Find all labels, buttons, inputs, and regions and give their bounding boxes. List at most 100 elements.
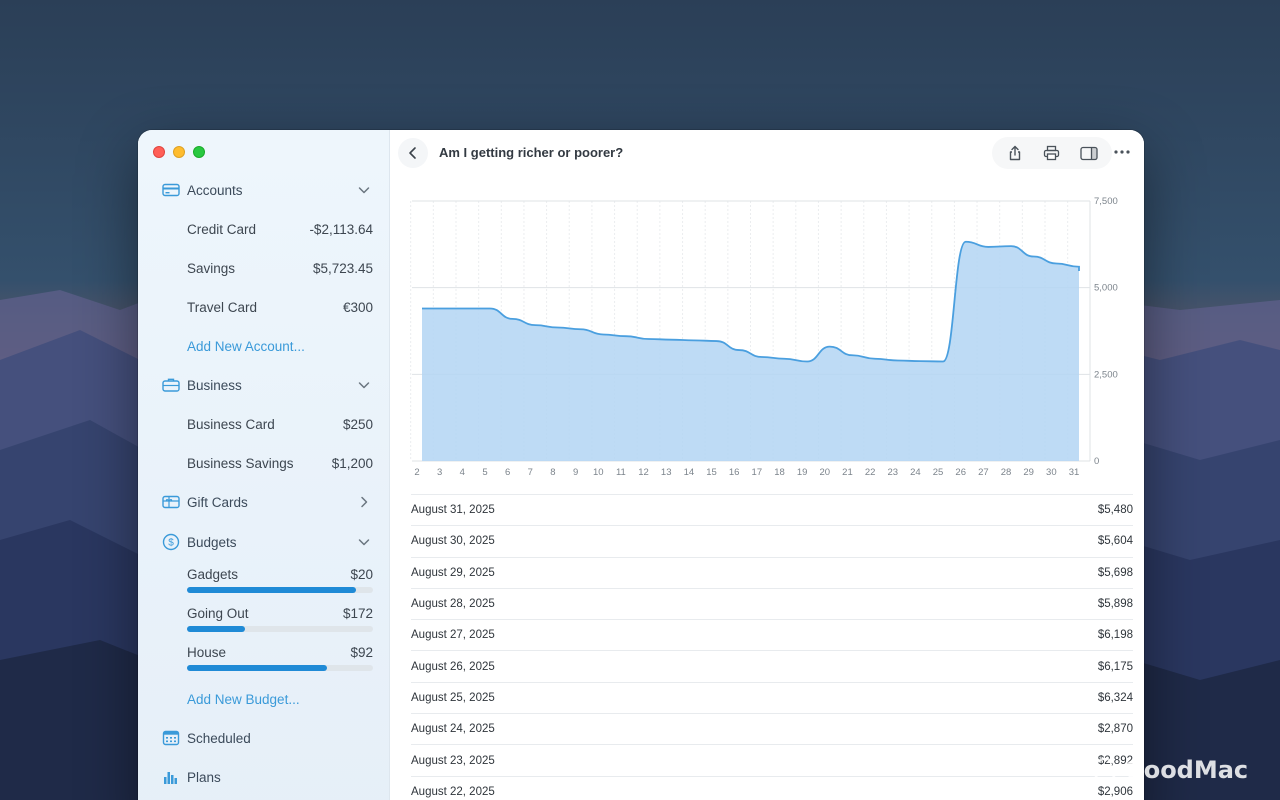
x-tick-label: 2 (414, 467, 419, 478)
chevron-down-icon[interactable] (357, 183, 371, 197)
table-row[interactable]: August 30, 2025 $5,604 (411, 525, 1133, 556)
row-value: $5,480 (1097, 504, 1133, 517)
x-tick-label: 3 (437, 467, 442, 478)
x-tick-label: 21 (842, 467, 853, 478)
budget-name: House (187, 645, 227, 660)
row-value: $6,324 (1097, 691, 1133, 704)
sidebar-section-gift-cards[interactable]: Gift Cards (138, 487, 390, 517)
table-row[interactable]: August 26, 2025 $6,175 (411, 650, 1133, 681)
row-value: $5,898 (1097, 598, 1133, 611)
row-date: August 24, 2025 (411, 723, 495, 736)
x-tick-label: 24 (910, 467, 921, 478)
row-date: August 25, 2025 (411, 691, 495, 704)
svg-text:$: $ (168, 538, 174, 549)
table-row[interactable]: August 31, 2025 $5,480 (411, 494, 1133, 525)
table-row[interactable]: August 29, 2025 $5,698 (411, 556, 1133, 588)
x-tick-label: 17 (752, 467, 763, 478)
add-new-account-link[interactable]: Add New Account... (138, 331, 390, 361)
x-tick-label: 30 (1046, 467, 1057, 478)
x-tick-label: 26 (955, 467, 966, 478)
zoom-window-button[interactable] (193, 146, 205, 158)
account-balance: $5,723.45 (312, 260, 373, 276)
row-value: $5,698 (1097, 566, 1133, 579)
sidebar-section-label: Business (187, 377, 242, 393)
x-tick-label: 22 (865, 467, 876, 478)
sidebar-section-accounts[interactable]: Accounts (138, 175, 390, 205)
table-row[interactable]: August 25, 2025 $6,324 (411, 681, 1133, 713)
y-tick-label: 5,000 (1094, 283, 1118, 294)
account-balance: €300 (342, 299, 373, 315)
budget-name: Gadgets (187, 567, 239, 582)
x-tick-label: 8 (550, 467, 555, 478)
sidebar-section-budgets[interactable]: $ Budgets (138, 527, 390, 557)
account-balance: $250 (342, 416, 373, 432)
sidebar-item-business-savings[interactable]: Business Savings $1,200 (138, 448, 390, 478)
x-tick-label: 5 (482, 467, 487, 478)
row-date: August 31, 2025 (411, 504, 495, 517)
briefcase-icon (162, 378, 180, 392)
chevron-right-icon[interactable] (357, 495, 371, 509)
budget-progress-track (187, 587, 373, 593)
row-date: August 22, 2025 (411, 785, 495, 798)
net-worth-chart: 7,5005,0002,50002 3 4 5 6 7 8 9 10 11 12 13 14 15 16 17… (410, 196, 1118, 478)
budget-item-house[interactable]: House $92 (138, 645, 390, 681)
budget-item-going-out[interactable]: Going Out $172 (138, 606, 390, 642)
account-balance: -$2,113.64 (309, 221, 373, 237)
chevron-down-icon[interactable] (357, 535, 371, 549)
table-row[interactable]: August 28, 2025 $5,898 (411, 587, 1133, 619)
row-value: $2,870 (1097, 723, 1133, 736)
sidebar-item-savings[interactable]: Savings $5,723.45 (138, 253, 390, 283)
row-date: August 26, 2025 (411, 660, 495, 673)
y-tick-label: 0 (1094, 456, 1099, 467)
calendar-icon (162, 730, 180, 746)
sidebar-section-plans[interactable]: Plans (138, 762, 390, 792)
row-date: August 30, 2025 (411, 535, 495, 548)
y-tick-label: 2,500 (1094, 369, 1118, 380)
sidebar-section-business[interactable]: Business (138, 370, 390, 400)
sidebar: Accounts Credit Card -$2,113.64 Savings … (138, 130, 390, 800)
account-name: Travel Card (187, 299, 258, 315)
row-value: $6,175 (1097, 660, 1133, 673)
budget-item-gadgets[interactable]: Gadgets $20 (138, 567, 390, 603)
dollar-circle-icon: $ (162, 533, 180, 551)
table-row[interactable]: August 24, 2025 $2,870 (411, 713, 1133, 744)
bar-chart-icon (164, 772, 177, 784)
x-tick-label: 12 (638, 467, 649, 478)
sidebar-item-credit-card[interactable]: Credit Card -$2,113.64 (138, 214, 390, 244)
y-tick-label: 7,500 (1094, 196, 1118, 207)
account-name: Savings (187, 260, 236, 276)
chevron-down-icon[interactable] (357, 378, 371, 392)
account-name: Credit Card (187, 221, 257, 237)
x-tick-label: 25 (933, 467, 944, 478)
x-tick-label: 10 (593, 467, 604, 478)
account-balance: $1,200 (331, 455, 373, 471)
table-row[interactable]: August 22, 2025 $2,906 (411, 775, 1133, 800)
x-tick-label: 29 (1023, 467, 1034, 478)
minimize-window-button[interactable] (173, 146, 185, 158)
goodmac-watermark: GoodMac (1092, 752, 1272, 788)
table-row[interactable]: August 23, 2025 $2,892 (411, 744, 1133, 775)
x-tick-label: 13 (661, 467, 672, 478)
account-name: Business Card (187, 416, 275, 432)
add-account-label: Add New Account... (187, 338, 305, 354)
x-tick-label: 11 (616, 467, 626, 478)
watermark-logo-icon (1092, 757, 1118, 783)
table-row[interactable]: August 27, 2025 $6,198 (411, 619, 1133, 650)
sidebar-item-travel-card[interactable]: Travel Card €300 (138, 292, 390, 322)
x-tick-label: 18 (774, 467, 785, 478)
row-date: August 27, 2025 (411, 629, 495, 642)
sidebar-section-label: Accounts (187, 182, 243, 198)
app-window: Accounts Credit Card -$2,113.64 Savings … (138, 130, 1144, 800)
sidebar-section-label: Gift Cards (187, 494, 248, 510)
add-budget-label: Add New Budget... (187, 691, 300, 707)
x-tick-label: 15 (706, 467, 717, 478)
window-controls (153, 146, 205, 158)
sidebar-section-scheduled[interactable]: Scheduled (138, 723, 390, 753)
budget-progress-fill (187, 665, 327, 671)
x-tick-label: 14 (684, 467, 695, 478)
budget-amount: $20 (350, 567, 373, 582)
sidebar-item-business-card[interactable]: Business Card $250 (138, 409, 390, 439)
add-new-budget-link[interactable]: Add New Budget... (138, 684, 390, 714)
close-window-button[interactable] (153, 146, 165, 158)
x-tick-label: 19 (797, 467, 808, 478)
